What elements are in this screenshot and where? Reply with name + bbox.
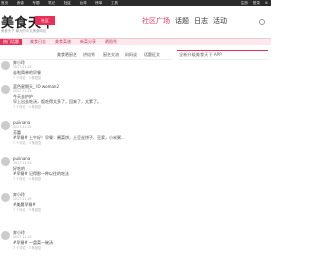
tab-food-recipes[interactable]: 美食菜谱 (52, 39, 74, 45)
post-meta: 7 个评论 · 3 条回复 (13, 246, 42, 250)
filter-tab-baking[interactable]: 烘焙秀 (83, 50, 95, 59)
post-body[interactable]: #早餐# 记得那一种以往的吃法 (13, 171, 69, 176)
avatar[interactable] (1, 193, 10, 202)
search-icon[interactable] (259, 19, 265, 25)
site-header: 美食天下 美食天下 最大的中文美食网站 社区 社区广场 话题 日志 活动 (0, 6, 271, 38)
main-nav-events[interactable]: 活动 (213, 16, 227, 26)
post-meta: 7 个评论 · 3 条回复 (13, 141, 42, 145)
post-body[interactable]: #早餐# 一盘菜一碗汤 (13, 240, 53, 245)
post-date: 2017-11-25 (13, 125, 32, 129)
tab-hot-topics[interactable]: 热门话题 (0, 39, 22, 45)
list-item[interactable]: 奔小玲 2017-11-25 #美晨早餐# 7 个评论 · 3 条回复 (0, 192, 172, 214)
tab-photo-show[interactable]: 晒图秀 (102, 39, 120, 45)
filter-tab-moms[interactable]: 妈妈谈 (125, 50, 137, 59)
list-item[interactable]: puiinana 2017-11-25 芳蕾 #早餐# 上午好！早餐：酱菜饼，土… (0, 120, 172, 150)
post-date: 2017-11-25 (13, 235, 32, 239)
sidebar: 全新升级美食天下 APP (177, 50, 268, 70)
post-meta: 7 个评论 · 3 条回复 (13, 105, 42, 109)
app-promo-link[interactable]: 全新升级美食天下 APP (179, 52, 222, 58)
main-nav-topics[interactable]: 话题 (175, 16, 189, 26)
post-body[interactable]: 早上出去吃汤，饭吃得太多了，回来了，太累了。 (13, 99, 101, 104)
tab-food-logs[interactable]: 美食日志 (27, 39, 49, 45)
post-date: 2017-11-25 (13, 65, 32, 69)
main-nav-plaza[interactable]: 社区广场 (142, 16, 170, 26)
post-body[interactable]: #美晨早餐# (13, 202, 36, 207)
list-item[interactable]: 奔小玲 2017-11-25 #早餐# 一盘菜一碗汤 7 个评论 · 3 条回复 (0, 230, 172, 252)
filter-tab-cooking[interactable]: 美食晒厨艺 (57, 50, 77, 59)
avatar[interactable] (1, 61, 10, 70)
site-tagline: 美食天下 最大的中文美食网站 (1, 29, 47, 33)
list-item[interactable]: 蓝色星期天_ IO woman2 2017-11-25 今天去护护 早上出去吃汤… (0, 84, 172, 114)
avatar[interactable] (1, 157, 10, 166)
post-meta: 7 个评论 · 3 条回复 (13, 177, 42, 181)
post-meta: 7 个评论 · 3 条回复 (13, 208, 42, 212)
list-item[interactable]: puiinana 2017-11-25 好吃的 #早餐# 记得那一种以往的吃法 … (0, 156, 172, 186)
post-date: 2017-11-25 (13, 197, 32, 201)
divider (179, 59, 268, 60)
post-body[interactable]: #早餐# 上午好！早餐：酱菜饼，土豆丝饼子、豆浆，小米粥... (13, 135, 125, 140)
main-nav: 社区广场 话题 日志 活动 (142, 16, 232, 26)
avatar[interactable] (1, 85, 10, 94)
tab-new-dish[interactable]: 新菜分享 (77, 39, 99, 45)
category-bar: 热门话题 美食日志 美食菜谱 新菜分享 晒图秀 (0, 38, 271, 45)
post-meta: 7 个评论 · 3 条回复 (13, 76, 42, 80)
topic-filter-tabs: 美食晒厨艺 烘焙秀 厨艺交流 妈妈谈 话题征文 (0, 50, 172, 59)
filter-tab-exchange[interactable]: 厨艺交流 (103, 50, 119, 59)
post-date: 2017-11-25 (13, 161, 32, 165)
section-badge: 社区 (35, 16, 55, 25)
divider (177, 50, 268, 51)
avatar[interactable] (1, 231, 10, 240)
main-nav-logs[interactable]: 日志 (194, 16, 208, 26)
post-body[interactable]: 走啦简单的早餐 (13, 70, 41, 75)
filter-tab-essay[interactable]: 话题征文 (144, 50, 160, 59)
avatar[interactable] (1, 121, 10, 130)
list-item[interactable]: 奔小玲 2017-11-25 走啦简单的早餐 7 个评论 · 3 条回复 (0, 60, 172, 82)
post-date: 2017-11-25 (13, 89, 32, 93)
